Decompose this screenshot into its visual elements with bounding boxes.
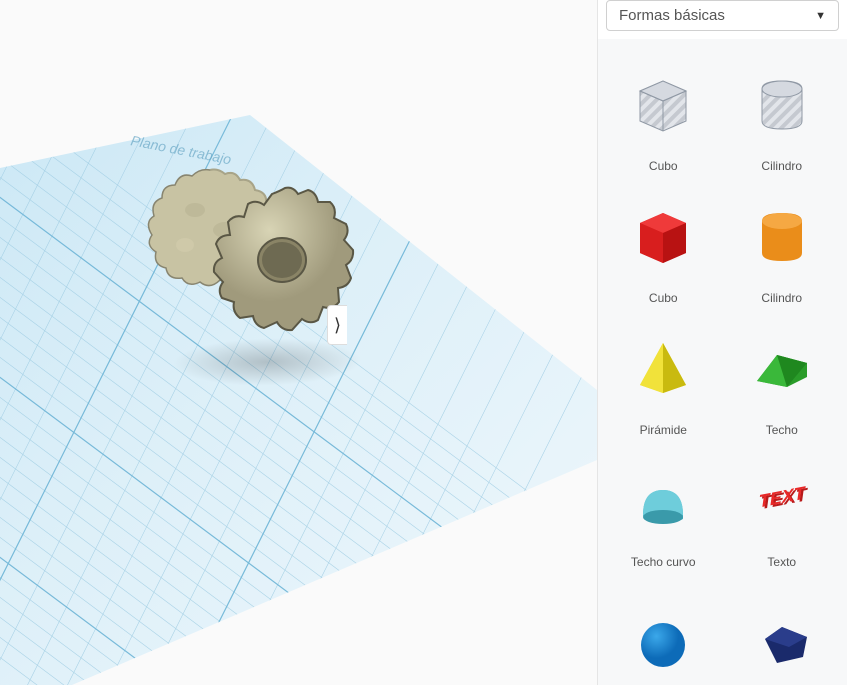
cylinder-striped-icon bbox=[747, 69, 817, 139]
shape-roof[interactable]: Techo bbox=[727, 323, 838, 437]
shape-category-dropdown[interactable]: Formas básicas ▼ bbox=[606, 0, 839, 31]
pyramid-yellow-icon bbox=[628, 333, 698, 403]
cube-red-icon bbox=[628, 201, 698, 271]
shape-label: Cilindro bbox=[761, 159, 802, 173]
model-object[interactable] bbox=[140, 150, 370, 380]
shape-roof-curved[interactable]: Techo curvo bbox=[608, 455, 719, 569]
shape-label: Cubo bbox=[649, 159, 678, 173]
half-cylinder-teal-icon bbox=[628, 465, 698, 535]
shape-cylinder-hole[interactable]: Cilindro bbox=[727, 59, 838, 173]
canvas-workplane[interactable]: Plano de trabajo bbox=[0, 0, 597, 685]
shape-label: Techo bbox=[766, 423, 798, 437]
shape-sphere[interactable] bbox=[608, 587, 719, 685]
shape-pyramid[interactable]: Pirámide bbox=[608, 323, 719, 437]
sphere-blue-icon bbox=[628, 597, 698, 667]
shape-polygon[interactable] bbox=[727, 587, 838, 685]
shape-cylinder-solid[interactable]: Cilindro bbox=[727, 191, 838, 305]
shape-label: Pirámide bbox=[640, 423, 687, 437]
roof-green-icon bbox=[747, 333, 817, 403]
shape-label: Techo curvo bbox=[631, 555, 696, 569]
shape-cube-hole[interactable]: Cubo bbox=[608, 59, 719, 173]
shape-label: Texto bbox=[767, 555, 796, 569]
shape-label: Cilindro bbox=[761, 291, 802, 305]
shape-cube-solid[interactable]: Cubo bbox=[608, 191, 719, 305]
shape-label: Cubo bbox=[649, 291, 678, 305]
polygon-navy-icon bbox=[747, 597, 817, 667]
shapes-panel: Formas básicas ▼ bbox=[597, 0, 847, 685]
cube-striped-icon bbox=[628, 69, 698, 139]
text-3d-icon: TEXT TEXT bbox=[747, 465, 817, 535]
collapse-panel-button[interactable]: ⟩ bbox=[327, 305, 347, 345]
caret-down-icon: ▼ bbox=[815, 10, 826, 22]
cylinder-orange-icon bbox=[747, 201, 817, 271]
shapes-list: Cubo bbox=[598, 39, 847, 685]
dropdown-label: Formas básicas bbox=[619, 7, 725, 24]
chevron-right-icon: ⟩ bbox=[334, 315, 341, 336]
shape-text[interactable]: TEXT TEXT Texto bbox=[727, 455, 838, 569]
